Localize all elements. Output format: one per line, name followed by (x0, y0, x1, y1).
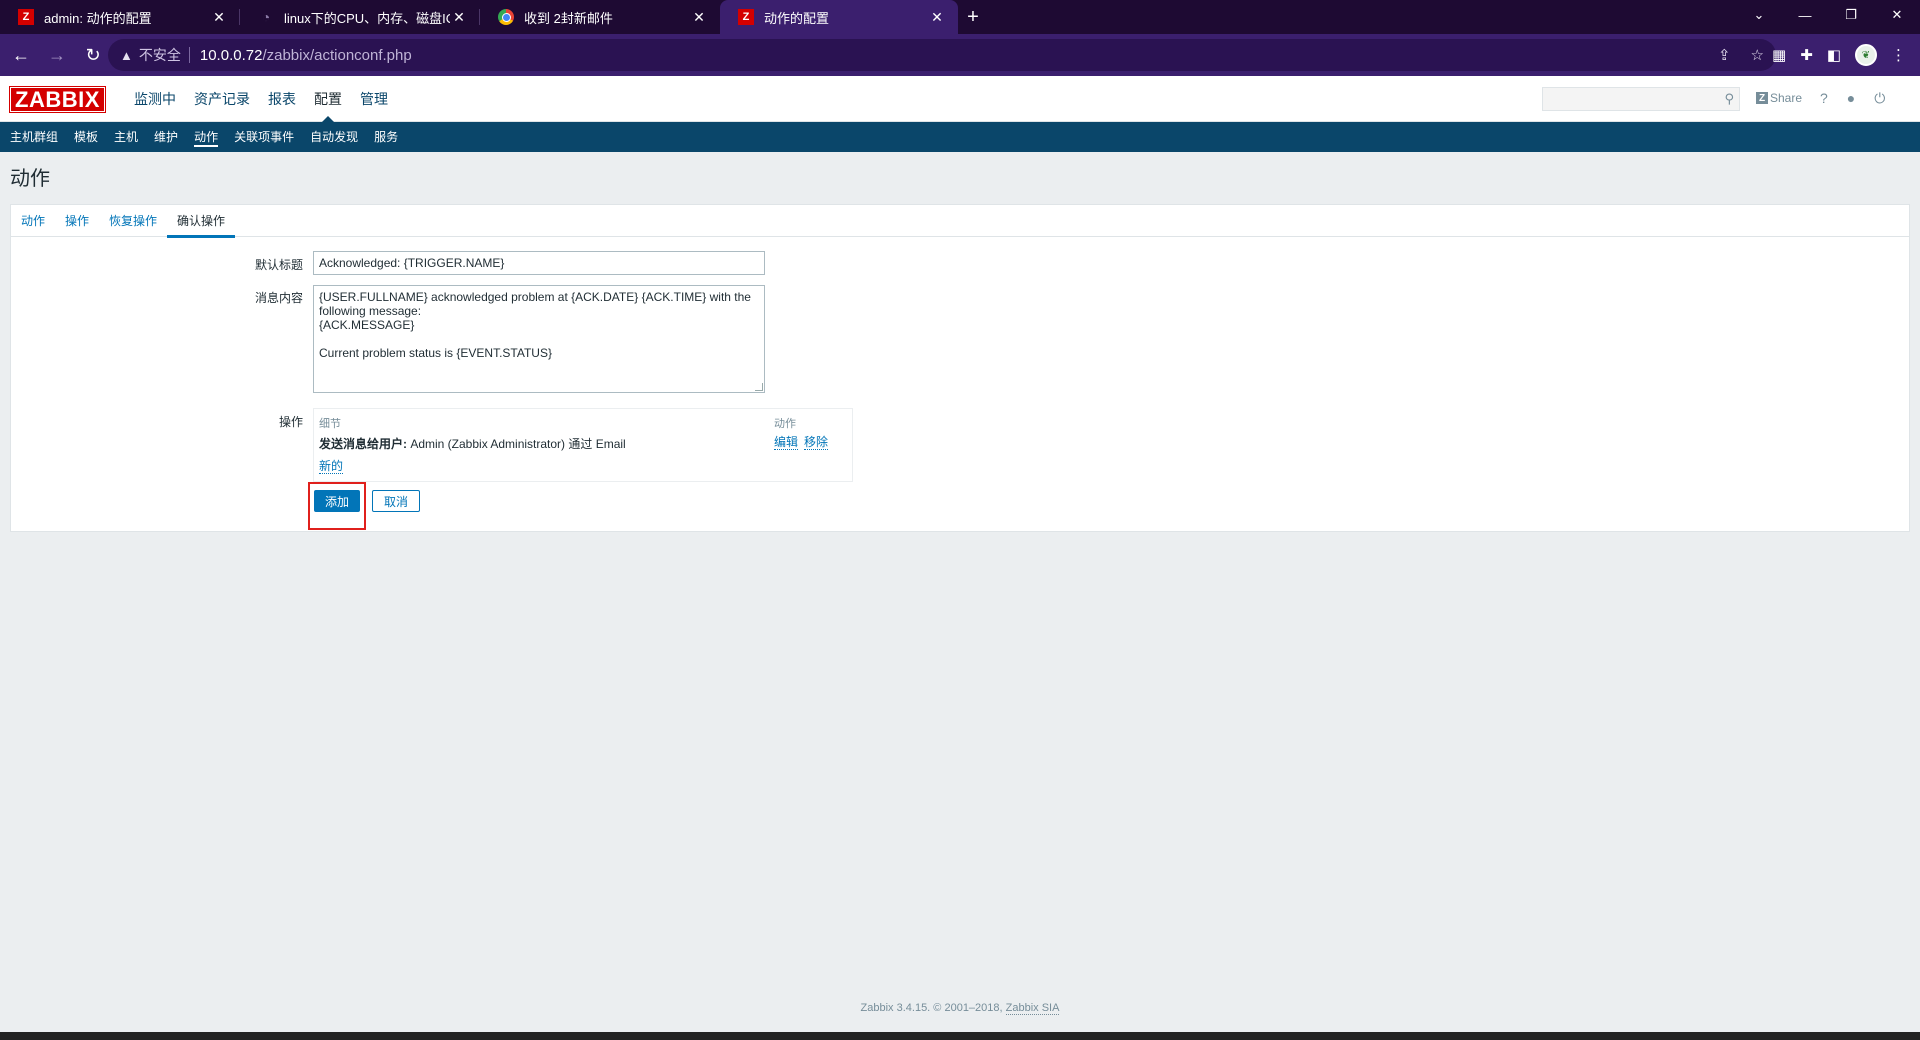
top-menu-configuration[interactable]: 配置 (305, 76, 351, 122)
browser-tab[interactable]: ◔ linux下的CPU、内存、磁盘IO、 ✕ (240, 0, 480, 34)
remove-operation-link[interactable]: 移除 (804, 435, 829, 450)
zabbix-logo[interactable]: ZABBIX (9, 86, 106, 113)
browser-tab-strip: Z admin: 动作的配置 ✕ ◔ linux下的CPU、内存、磁盘IO、 ✕… (0, 0, 1920, 34)
share-label: Share (1770, 91, 1803, 105)
omnibox-actions: ⇪ ☆ (1718, 39, 1764, 71)
sub-menu: 主机群组 模板 主机 维护 动作 关联项事件 自动发现 服务 (0, 122, 1920, 152)
user-profile-icon[interactable]: ● (1847, 90, 1855, 107)
cancel-button[interactable]: 取消 (372, 490, 420, 512)
column-header-action: 动作 (774, 418, 796, 430)
minimize-icon[interactable]: — (1782, 0, 1828, 30)
browser-tab[interactable]: Z admin: 动作的配置 ✕ (0, 0, 240, 34)
resize-grip-icon[interactable] (755, 383, 763, 391)
tab-title: linux下的CPU、内存、磁盘IO、 (284, 10, 450, 26)
tab-title: 动作的配置 (764, 10, 830, 26)
sub-menu-actions[interactable]: 动作 (186, 122, 226, 152)
side-panel-icon[interactable]: ◧ (1827, 46, 1841, 64)
help-icon[interactable]: ? (1820, 90, 1828, 107)
url-path[interactable]: /zabbix/actionconf.php (262, 47, 411, 64)
close-window-icon[interactable]: ✕ (1874, 0, 1920, 30)
sub-menu-discovery[interactable]: 自动发现 (302, 122, 366, 152)
subject-label: 默认标题 (254, 258, 303, 272)
close-tab-icon[interactable]: ✕ (450, 9, 468, 26)
default-subject-input[interactable]: Acknowledged: {TRIGGER.NAME} (313, 251, 765, 275)
operation-detail: 发送消息给用户: Admin (Zabbix Administrator) 通过… (319, 435, 626, 452)
top-menu-reports[interactable]: 报表 (259, 76, 305, 122)
menu-kebab-icon[interactable]: ⋮ (1891, 46, 1906, 64)
back-icon[interactable]: ← (6, 40, 36, 70)
tab-operations[interactable]: 操作 (55, 205, 99, 237)
sub-menu-templates[interactable]: 模板 (66, 122, 106, 152)
tab-action[interactable]: 动作 (11, 205, 55, 237)
footer-link[interactable]: Zabbix SIA (1005, 1002, 1060, 1015)
top-menu-monitoring[interactable]: 监测中 (125, 76, 185, 122)
restore-icon[interactable]: ❐ (1828, 0, 1874, 30)
page-title: 动作 (10, 168, 50, 190)
footer-text: Zabbix 3.4.15. © 2001–2018, (860, 1002, 1006, 1014)
close-tab-icon[interactable]: ✕ (928, 9, 946, 26)
header-icons: ? ● ⏻ (1820, 90, 1885, 107)
browser-tab-active[interactable]: Z 动作的配置 ✕ (720, 0, 958, 34)
reload-icon[interactable]: ↻ (78, 40, 108, 70)
top-menu-inventory[interactable]: 资产记录 (185, 76, 259, 122)
operations-table: 细节 动作 发送消息给用户: Admin (Zabbix Administrat… (313, 408, 853, 482)
tab-acknowledgement-operations[interactable]: 确认操作 (167, 205, 236, 238)
operation-target: Admin (Zabbix Administrator) 通过 Email (407, 437, 626, 451)
browser-toolbar: ← → ↻ ▲ 不安全 10.0.0.72/zabbix/actionconf.… (0, 34, 1920, 76)
reading-mode-icon[interactable]: ▦ (1772, 46, 1786, 64)
operation-type: 发送消息给用户: (319, 437, 407, 451)
footer: Zabbix 3.4.15. © 2001–2018, Zabbix SIA (0, 1002, 1920, 1015)
share-link[interactable]: Z Share (1756, 91, 1802, 105)
edit-operation-link[interactable]: 编辑 (774, 435, 799, 450)
zabbix-header: ZABBIX 监测中 资产记录 报表 配置 管理 ⚲ Z Share ? ● ⏻ (0, 76, 1920, 122)
message-label: 消息内容 (254, 291, 303, 305)
sub-menu-host-groups[interactable]: 主机群组 (2, 122, 66, 152)
zabbix-favicon-icon: Z (18, 9, 34, 25)
forward-icon[interactable]: → (42, 40, 72, 70)
browser-tab[interactable]: 收到 2封新邮件 ✕ (480, 0, 720, 34)
new-operation-link[interactable]: 新的 (319, 459, 344, 474)
sub-menu-hosts[interactable]: 主机 (106, 122, 146, 152)
operations-label: 操作 (278, 415, 303, 429)
tab-title: admin: 动作的配置 (44, 10, 152, 26)
top-menu: 监测中 资产记录 报表 配置 管理 (125, 76, 397, 122)
close-tab-icon[interactable]: ✕ (690, 9, 708, 26)
sub-menu-correlation[interactable]: 关联项事件 (226, 122, 302, 152)
extension-icons: ▦ ✚ ◧ ❦ ⋮ (1772, 34, 1920, 76)
sign-out-icon[interactable]: ⏻ (1874, 90, 1885, 107)
global-search-input[interactable]: ⚲ (1542, 87, 1740, 111)
new-tab-button[interactable]: + (958, 0, 988, 34)
close-tab-icon[interactable]: ✕ (210, 9, 228, 26)
zabbix-favicon-icon: Z (738, 9, 754, 25)
mail-favicon-icon (498, 9, 514, 25)
profile-avatar-icon[interactable]: ❦ (1855, 44, 1877, 66)
sub-menu-services[interactable]: 服务 (366, 122, 406, 152)
tab-search-icon[interactable]: ⌄ (1736, 0, 1782, 30)
top-menu-administration[interactable]: 管理 (351, 76, 397, 122)
taskbar-strip (0, 1032, 1920, 1040)
tab-title: 收到 2封新邮件 (524, 10, 613, 26)
tab-recovery-operations[interactable]: 恢复操作 (99, 205, 167, 237)
add-button[interactable]: 添加 (314, 490, 360, 512)
search-icon[interactable]: ⚲ (1724, 91, 1734, 107)
message-text: {USER.FULLNAME} acknowledged problem at … (319, 290, 751, 360)
action-form-panel: 动作 操作 恢复操作 确认操作 默认标题 Acknowledged: {TRIG… (10, 204, 1910, 532)
github-favicon-icon: ◔ (261, 9, 271, 25)
share-page-icon[interactable]: ⇪ (1718, 46, 1731, 64)
form-tabs: 动作 操作 恢复操作 确认操作 (11, 205, 1909, 238)
extensions-puzzle-icon[interactable]: ✚ (1800, 46, 1813, 64)
zabbix-share-icon: Z (1756, 92, 1768, 104)
column-header-details: 细节 (319, 418, 341, 430)
window-controls: ⌄ — ❐ ✕ (1736, 0, 1920, 34)
bookmark-star-icon[interactable]: ☆ (1751, 46, 1764, 64)
default-message-textarea[interactable]: {USER.FULLNAME} acknowledged problem at … (313, 285, 765, 393)
url-host[interactable]: 10.0.0.72 (200, 47, 263, 64)
divider (188, 47, 190, 63)
warning-icon[interactable]: ▲ (120, 48, 133, 63)
security-label[interactable]: 不安全 (139, 45, 181, 65)
sub-menu-maintenance[interactable]: 维护 (146, 122, 186, 152)
address-bar[interactable]: ▲ 不安全 10.0.0.72/zabbix/actionconf.php ⇪ … (108, 39, 1776, 71)
